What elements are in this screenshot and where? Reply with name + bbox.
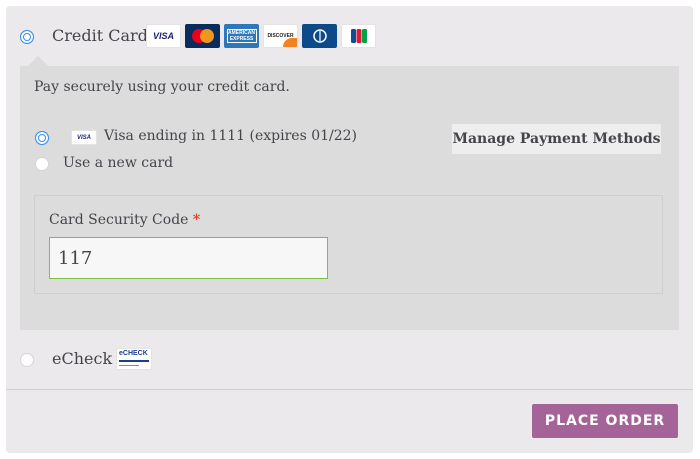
- security-code-input[interactable]: [49, 237, 328, 279]
- new-card-label[interactable]: Use a new card: [63, 155, 173, 171]
- order-divider: [6, 389, 693, 390]
- echeck-label[interactable]: eCheck: [52, 349, 112, 368]
- mastercard-logo: [185, 24, 220, 48]
- new-card-radio[interactable]: [35, 157, 49, 171]
- mastercard-circles-icon: [191, 29, 214, 43]
- jcb-stripes-icon: [350, 29, 367, 43]
- diners-club-circle-icon: [312, 29, 327, 43]
- credit-card-label[interactable]: Credit Card: [52, 26, 148, 45]
- amex-logo-text: AMERICAN EXPRESS: [226, 29, 257, 43]
- amex-logo: AMERICAN EXPRESS: [224, 24, 259, 48]
- required-marker: *: [192, 212, 201, 228]
- echeck-logo-text: eCHECK: [119, 350, 148, 357]
- manage-payment-methods-button[interactable]: Manage Payment Methods: [452, 124, 661, 154]
- details-pointer: [28, 56, 48, 66]
- saved-card-label[interactable]: Visa ending in 1111 (expires 01/22): [104, 128, 357, 144]
- visa-logo-text: VISA: [152, 31, 174, 41]
- saved-card-radio[interactable]: [35, 131, 49, 145]
- echeck-logo: eCHECK: [116, 348, 152, 370]
- place-order-button[interactable]: PLACE ORDER: [532, 404, 678, 438]
- security-code-label-text: Card Security Code: [49, 212, 189, 228]
- visa-logo: VISA: [146, 24, 181, 48]
- security-code-label: Card Security Code *: [49, 212, 200, 228]
- jcb-logo: [341, 24, 376, 48]
- echeck-line-icon: [119, 360, 149, 362]
- credit-card-description: Pay securely using your credit card.: [34, 79, 290, 95]
- echeck-signature-icon: [119, 365, 139, 366]
- saved-card-visa-badge: VISA: [71, 130, 97, 145]
- echeck-radio[interactable]: [20, 353, 34, 367]
- diners-club-logo: [302, 24, 337, 48]
- discover-swoosh-icon: [283, 38, 297, 47]
- discover-logo: DISCOVER: [263, 24, 298, 48]
- credit-card-radio[interactable]: [20, 30, 34, 44]
